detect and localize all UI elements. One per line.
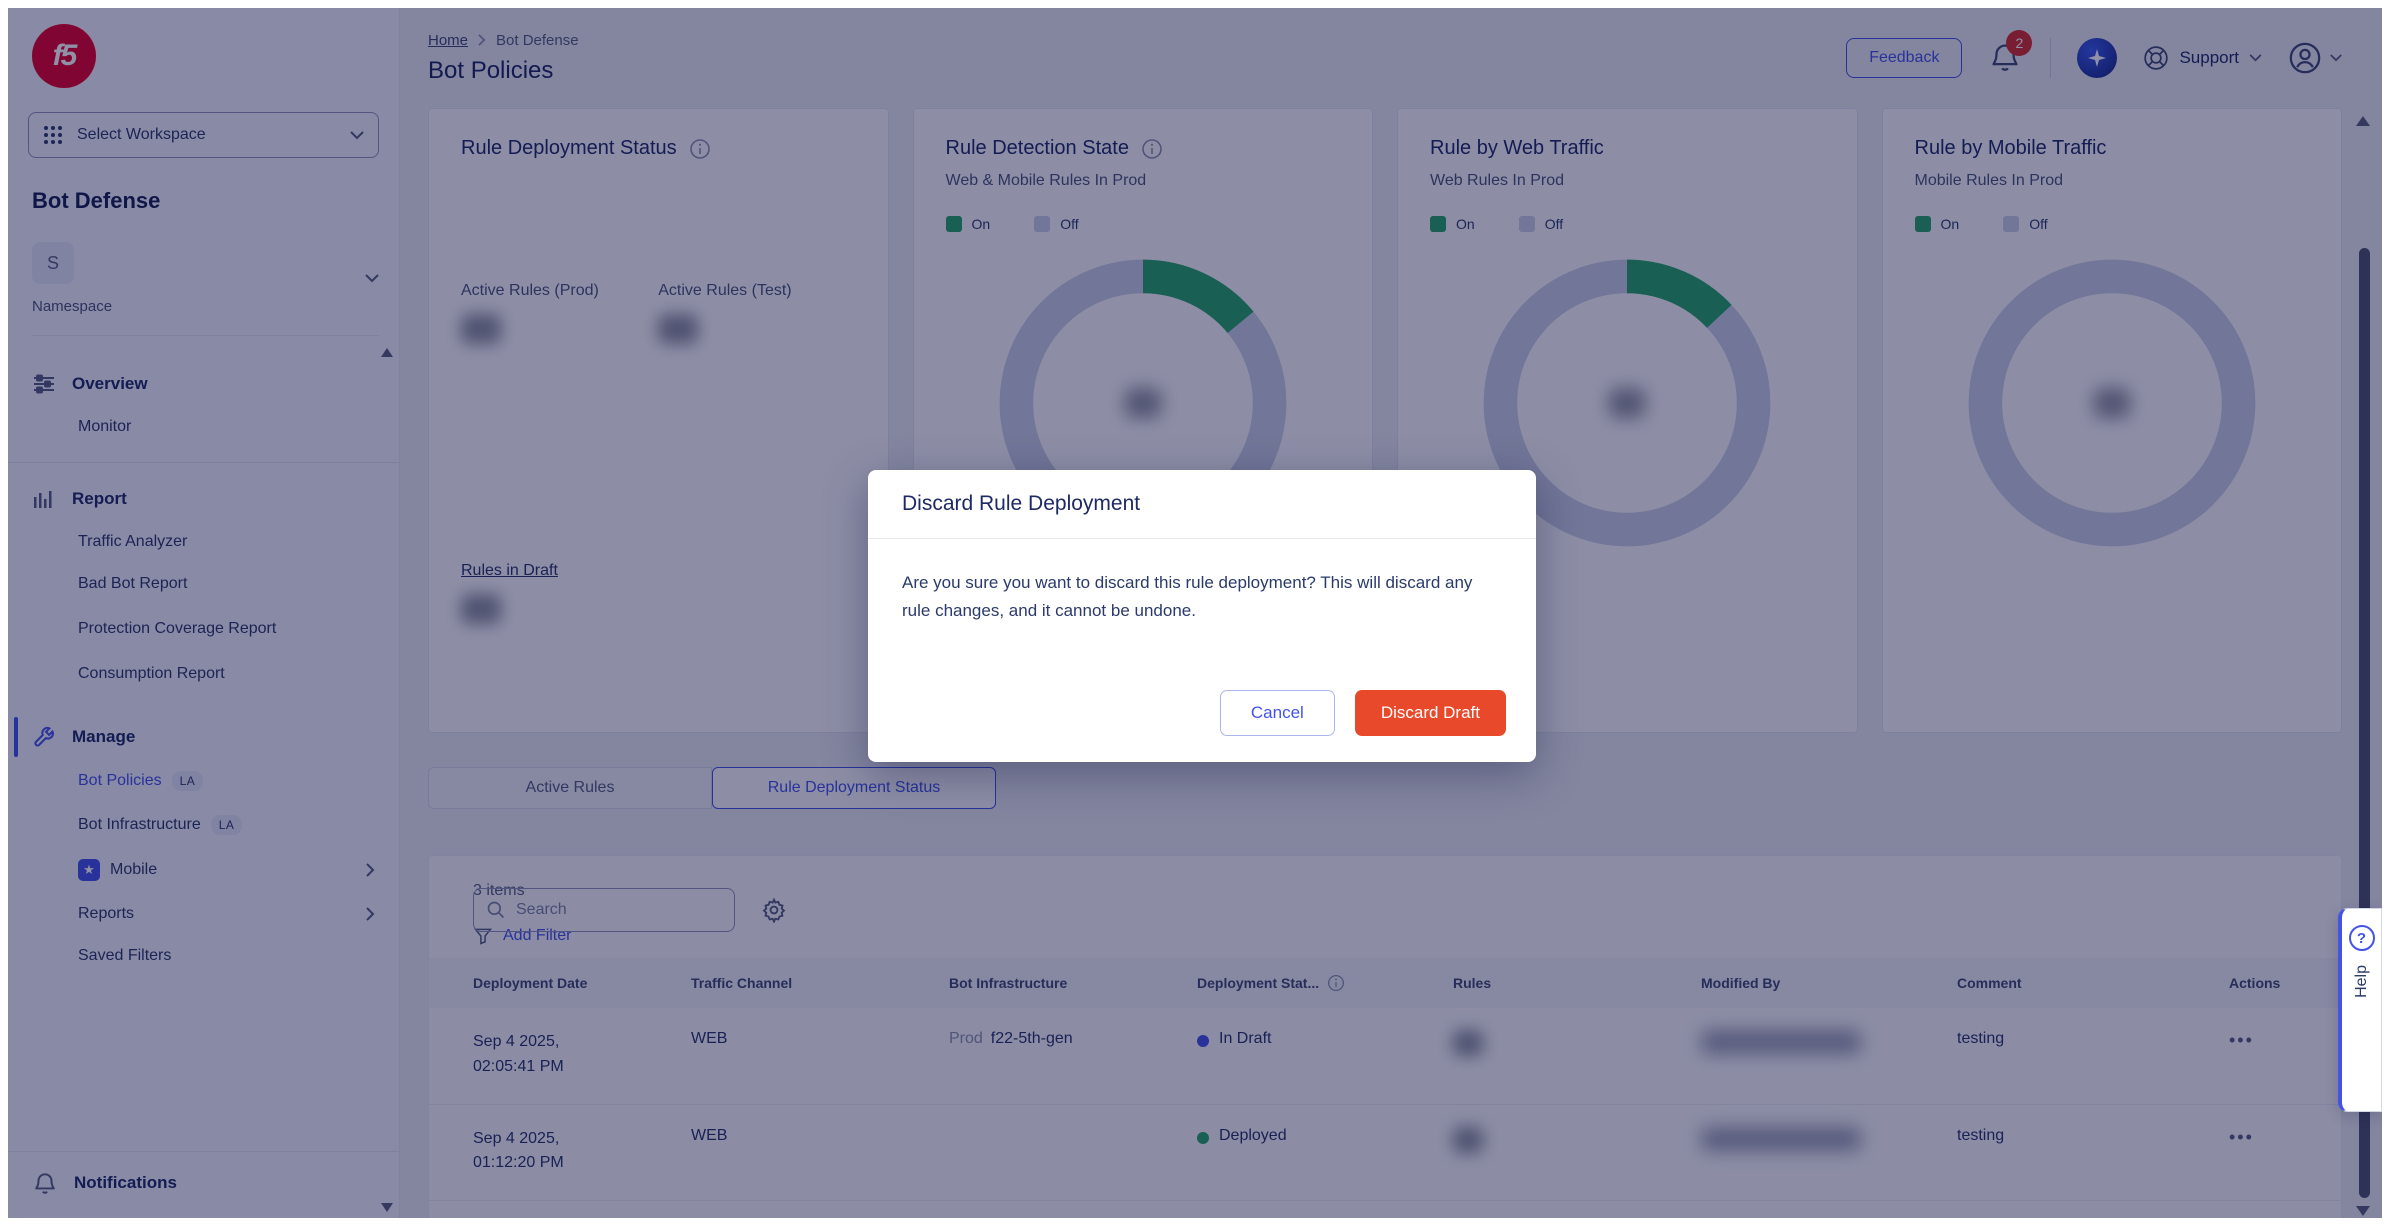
cancel-button[interactable]: Cancel	[1220, 690, 1335, 736]
modal-title: Discard Rule Deployment	[902, 492, 1502, 516]
help-label: Help	[2353, 965, 2371, 998]
discard-rule-deployment-modal: Discard Rule Deployment Are you sure you…	[868, 470, 1536, 762]
discard-draft-button[interactable]: Discard Draft	[1355, 690, 1506, 736]
screenshot-frame: f5 Select Workspace Bot Defense S Namesp…	[0, 0, 2390, 1226]
question-icon: ?	[2349, 925, 2375, 951]
modal-body-text: Are you sure you want to discard this ru…	[868, 539, 1508, 625]
app-window: f5 Select Workspace Bot Defense S Namesp…	[8, 8, 2382, 1218]
help-widget[interactable]: ? Help	[2338, 908, 2382, 1112]
